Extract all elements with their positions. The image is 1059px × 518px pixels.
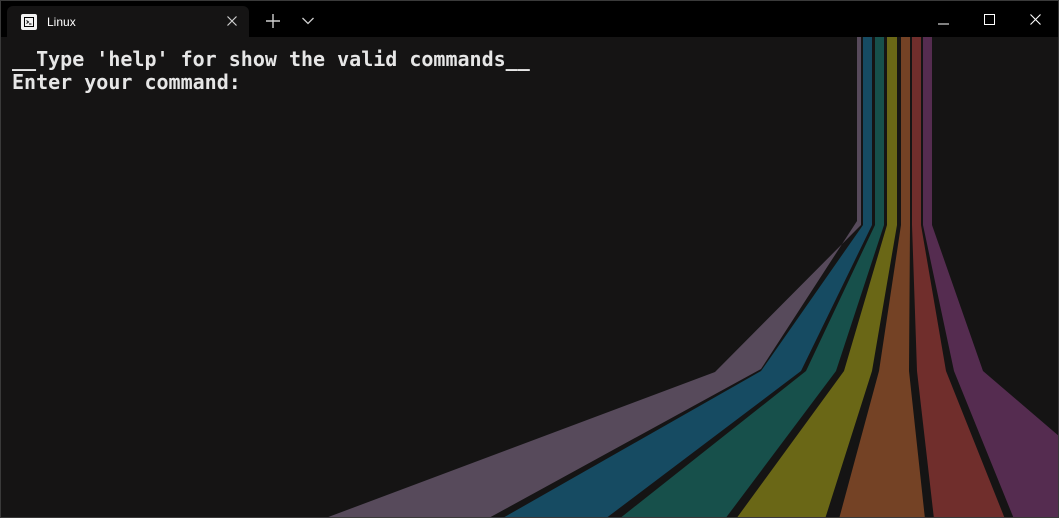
plus-icon[interactable] — [261, 10, 285, 32]
title-bar: Linux — [1, 1, 1058, 37]
rainbow-stripes-background — [328, 37, 1058, 517]
terminal-window: Linux __Type 'help' for show the valid c… — [0, 0, 1059, 518]
terminal-icon — [21, 13, 37, 30]
close-icon — [1029, 10, 1041, 29]
minimize-icon — [937, 10, 949, 29]
minimize-button[interactable] — [920, 1, 966, 37]
terminal-line-prompt: Enter your command: — [12, 70, 241, 94]
stripe-purple-gray — [328, 37, 861, 517]
tab-close-icon[interactable] — [225, 14, 239, 28]
maximize-icon — [983, 10, 995, 29]
terminal-line-help-hint: __Type 'help' for show the valid command… — [12, 47, 530, 71]
terminal-pane[interactable]: __Type 'help' for show the valid command… — [1, 37, 1058, 517]
tab-linux[interactable]: Linux — [7, 6, 249, 37]
maximize-button[interactable] — [966, 1, 1012, 37]
tab-title: Linux — [47, 14, 76, 29]
chevron-down-icon[interactable] — [296, 10, 320, 32]
terminal-output: __Type 'help' for show the valid command… — [12, 48, 530, 94]
close-button[interactable] — [1012, 1, 1058, 37]
